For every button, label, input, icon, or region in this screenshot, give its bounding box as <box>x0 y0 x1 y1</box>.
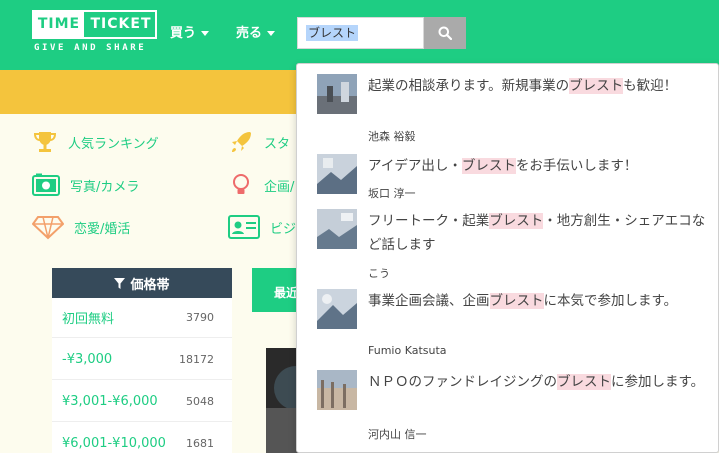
price-row-under-3000[interactable]: -¥3,000 18172 <box>52 340 232 380</box>
diamond-icon <box>32 216 64 240</box>
category-planning[interactable]: 企画/ <box>228 172 294 198</box>
suggestion-author: 河内山 信一 <box>368 428 427 441</box>
price-filter-header: 価格帯 <box>52 268 232 298</box>
id-card-icon <box>228 215 260 239</box>
category-label: ビジ <box>270 221 297 237</box>
suggestion-author: こう <box>368 267 390 280</box>
category-love-marriage[interactable]: 恋愛/婚活 <box>32 214 130 240</box>
suggestion-item[interactable]: 事業企画会議、企画ブレストに本気で参加します。 Fumio Katsuta <box>317 289 712 361</box>
price-row-count: 18172 <box>179 353 214 366</box>
suggestion-thumbnail <box>317 154 357 194</box>
search-term-highlight: ブレスト <box>557 374 611 390</box>
search-input[interactable]: ブレスト <box>297 17 424 49</box>
nav-sell-label: 売る <box>236 26 263 41</box>
logo-time-text: TIME <box>34 12 84 37</box>
logo-frame: TIME TICKET <box>32 10 157 39</box>
category-ranking[interactable]: 人気ランキング <box>32 129 159 155</box>
search-button[interactable] <box>424 17 466 49</box>
trophy-icon <box>33 132 57 152</box>
price-filter-panel: 価格帯 初回無料 3790 -¥3,000 18172 ¥3,001-¥6,00… <box>52 268 232 453</box>
suggestion-title: アイデア出し・ブレストをお手伝いします！ <box>368 158 638 174</box>
price-filter-title: 価格帯 <box>130 277 170 293</box>
suggestion-thumbnail <box>317 209 357 249</box>
caret-down-icon <box>267 31 276 36</box>
category-business[interactable]: ビジ <box>228 214 296 240</box>
category-label: 写真/カメラ <box>70 179 140 195</box>
price-row-free[interactable]: 初回無料 3790 <box>52 298 232 338</box>
category-label: 恋愛/婚活 <box>74 221 131 237</box>
price-row-label: 初回無料 <box>62 312 115 327</box>
caret-down-icon <box>201 31 210 36</box>
suggestion-author: 坂口 淳一 <box>368 187 416 200</box>
suggestion-item[interactable]: 起業の相談承ります。新規事業のブレストも歓迎！ 池森 裕毅 <box>317 74 712 146</box>
suggestion-item[interactable]: アイデア出し・ブレストをお手伝いします！ 坂口 淳一 <box>317 154 712 200</box>
search-input-value: ブレスト <box>306 25 359 41</box>
nav-buy-label: 買う <box>170 26 197 41</box>
logo-tagline: GIVE AND SHARE <box>34 43 147 53</box>
suggestion-item[interactable]: フリートーク・起業ブレスト・地方創生・シェアエコなど話します こう <box>317 209 712 281</box>
suggestion-title: ＮＰＯのファンドレイジングのブレストに参加します。 <box>368 374 705 390</box>
listing-thumbnail[interactable] <box>266 348 300 453</box>
rocket-icon <box>232 132 251 152</box>
suggestion-thumbnail <box>317 370 357 410</box>
price-row-label: ¥6,001-¥10,000 <box>62 436 166 451</box>
search-term-highlight: ブレスト <box>489 293 544 309</box>
camera-icon <box>32 173 60 196</box>
search-term-highlight: ブレスト <box>489 213 544 229</box>
price-row-6001-10000[interactable]: ¥6,001-¥10,000 1681 <box>52 424 232 453</box>
logo-ticket-text: TICKET <box>90 16 152 32</box>
suggestion-title: 起業の相談承ります。新規事業のブレストも歓迎！ <box>368 78 678 94</box>
price-row-3001-6000[interactable]: ¥3,001-¥6,000 5048 <box>52 382 232 422</box>
time-ticket-logo[interactable]: TIME TICKET GIVE AND SHARE <box>32 10 158 57</box>
price-row-label: -¥3,000 <box>62 352 113 367</box>
sort-tab-recent[interactable]: 最近 <box>252 268 300 312</box>
site-header: TIME TICKET GIVE AND SHARE 買う 売る ブレスト <box>0 0 719 70</box>
suggestion-title: 事業企画会議、企画ブレストに本気で参加します。 <box>368 293 678 309</box>
filter-icon <box>114 277 126 289</box>
price-row-count: 3790 <box>186 311 214 324</box>
suggestion-item[interactable]: ＮＰＯのファンドレイジングのブレストに参加します。 河内山 信一 <box>317 370 712 446</box>
price-row-count: 1681 <box>186 437 214 450</box>
search-suggestions-dropdown: 起業の相談承ります。新規事業のブレストも歓迎！ 池森 裕毅 アイデア出し・ブレス… <box>296 63 719 453</box>
lightbulb-icon <box>233 174 249 194</box>
category-label: スタ <box>264 136 291 152</box>
category-photo-camera[interactable]: 写真/カメラ <box>32 172 139 198</box>
category-label: 企画/ <box>264 179 295 195</box>
search-icon <box>438 26 452 40</box>
suggestion-title: フリートーク・起業ブレスト・地方創生・シェアエコなど話します <box>368 213 706 253</box>
nav-sell-menu[interactable]: 売る <box>236 22 276 41</box>
price-row-label: ¥3,001-¥6,000 <box>62 394 158 409</box>
suggestion-thumbnail <box>317 289 357 329</box>
nav-buy-menu[interactable]: 買う <box>170 22 210 41</box>
search-term-highlight: ブレスト <box>461 158 516 174</box>
price-row-count: 5048 <box>186 395 214 408</box>
category-startup[interactable]: スタ <box>228 129 290 155</box>
suggestion-thumbnail <box>317 74 357 114</box>
suggestion-author: Fumio Katsuta <box>368 344 447 357</box>
search-term-highlight: ブレスト <box>569 78 624 94</box>
suggestion-author: 池森 裕毅 <box>368 130 416 143</box>
listing-thumbnail-image <box>266 348 300 453</box>
category-label: 人気ランキング <box>68 136 159 152</box>
